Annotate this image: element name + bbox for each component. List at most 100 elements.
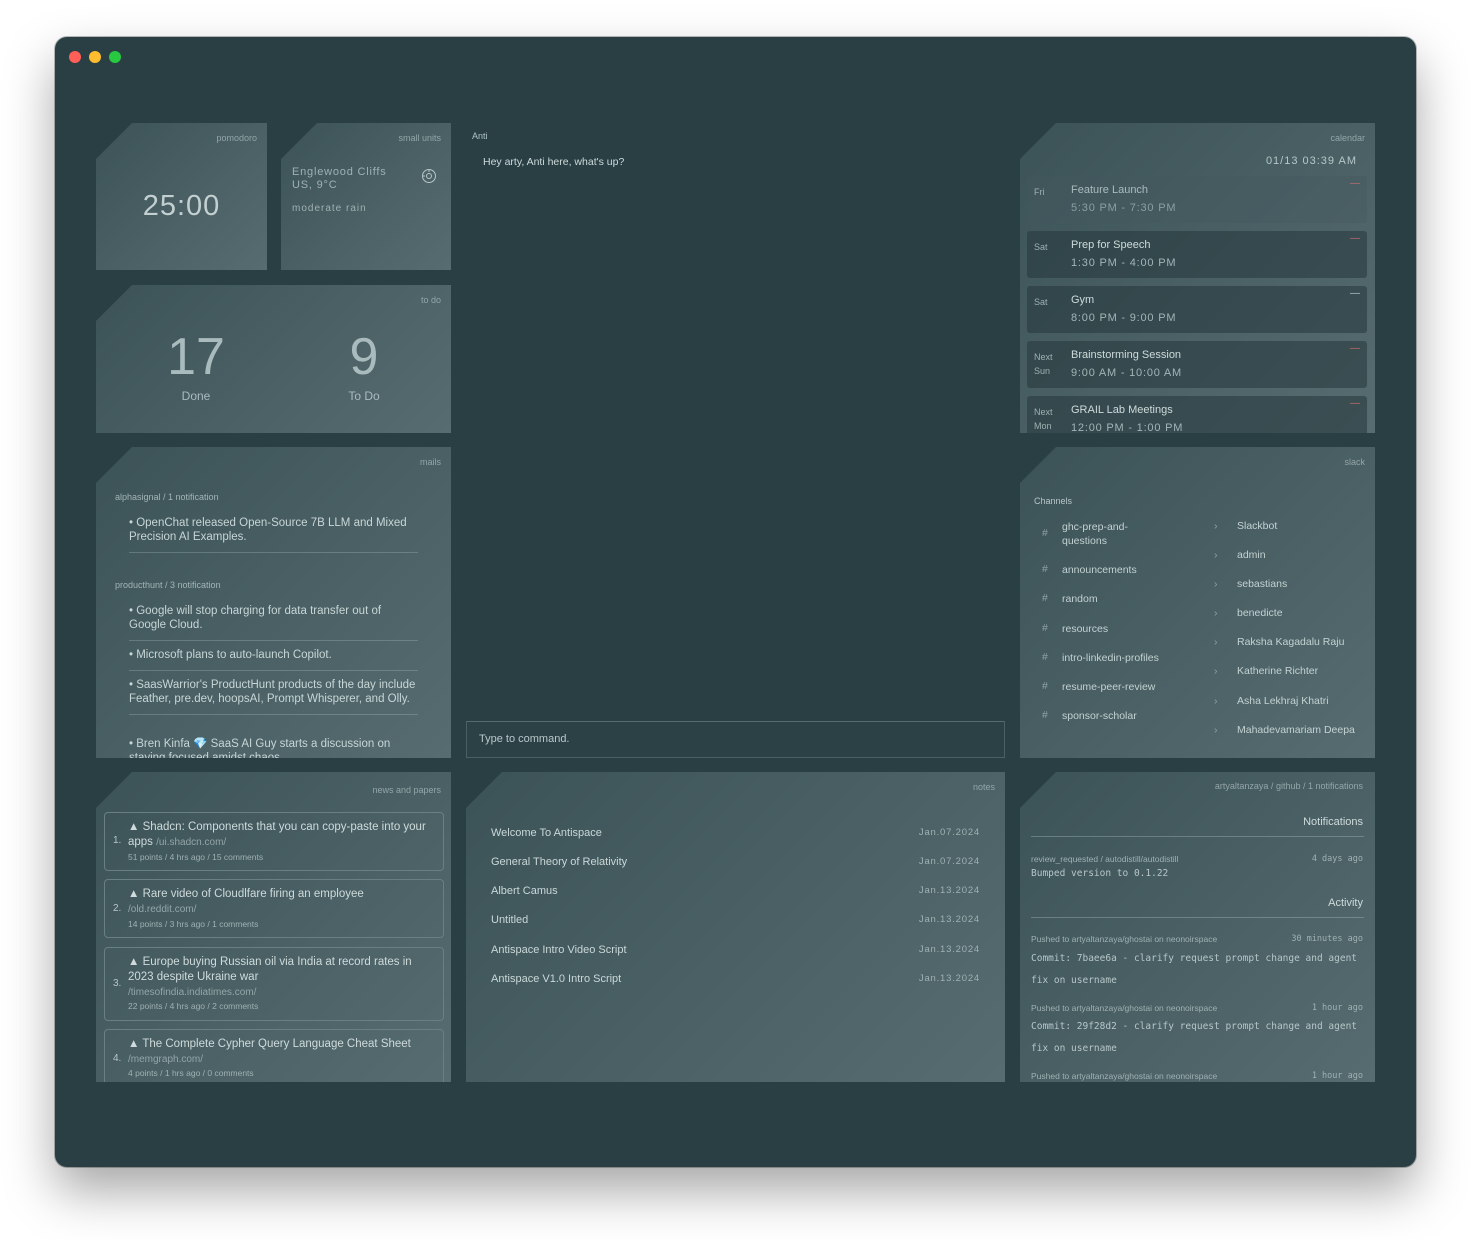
news-index: 2.: [113, 903, 122, 914]
mail-item[interactable]: • Bren Kinfa 💎 SaaS AI Guy starts a disc…: [129, 737, 418, 758]
news-url[interactable]: /old.reddit.com/: [128, 904, 196, 915]
slack-dm[interactable]: › Mahadevamariam Deepa: [1214, 724, 1355, 736]
hash-icon: #: [1042, 563, 1048, 575]
event-time: 12:00 PM - 1:00 PM: [1071, 422, 1184, 433]
panel-title: notes: [972, 782, 995, 792]
event-indicator: —: [1350, 288, 1360, 299]
event-indicator: —: [1350, 178, 1360, 189]
hash-icon: #: [1042, 680, 1048, 692]
slack-channel[interactable]: # random: [1042, 592, 1152, 606]
hash-icon: #: [1042, 622, 1048, 634]
mail-item[interactable]: • OpenChat released Open-Source 7B LLM a…: [129, 516, 418, 553]
news-url[interactable]: /ui.shadcn.com/: [156, 837, 226, 848]
mail-item[interactable]: • SaasWarrior's ProductHunt products of …: [129, 678, 418, 715]
slack-dm[interactable]: › Raksha Kagadalu Raju: [1214, 636, 1344, 648]
event-indicator: —: [1350, 233, 1360, 244]
slack-dm[interactable]: › admin: [1214, 549, 1266, 561]
slack-dm[interactable]: › benedicte: [1214, 607, 1283, 619]
weather-widget: small units Englewood Cliffs US, 9°C mod…: [281, 123, 451, 270]
divider: [1031, 836, 1364, 837]
panel-title: slack: [1344, 457, 1365, 467]
news-item[interactable]: 2. ▲ Rare video of Cloudlfare firing an …: [104, 879, 444, 938]
note-item[interactable]: Albert Camus Jan.13.2024: [491, 885, 980, 897]
maximize-window-button[interactable]: [109, 51, 121, 63]
note-item[interactable]: Untitled Jan.13.2024: [491, 914, 980, 926]
calendar-event[interactable]: Next Mon GRAIL Lab Meetings 12:00 PM - 1…: [1027, 396, 1367, 433]
event-day: Next Mon: [1034, 407, 1053, 431]
news-widget: news and papers 1. ▲ Shadcn: Components …: [96, 772, 451, 1082]
note-item[interactable]: Antispace Intro Video Script Jan.13.2024: [491, 944, 980, 956]
github-widget: artyaltanzaya / github / 1 notifications…: [1020, 772, 1375, 1082]
pomodoro-widget[interactable]: pomodoro 25:00: [96, 123, 267, 270]
todo-count: 9: [349, 328, 379, 386]
mail-source: alphasignal / 1 notification: [115, 492, 219, 502]
news-title[interactable]: ▲ Shadcn: Components that you can copy-p…: [128, 820, 433, 850]
news-index: 4.: [113, 1053, 122, 1064]
calendar-event[interactable]: Sat Gym 8:00 PM - 9:00 PM —: [1027, 286, 1367, 333]
assistant-name: Anti: [472, 131, 488, 141]
activity-item[interactable]: Pushed to artyaltanzaya/ghostai on neono…: [1031, 934, 1363, 944]
command-input[interactable]: Type to command.: [466, 721, 1005, 758]
chat-panel: Anti Hey arty, Anti here, what's up? Typ…: [466, 123, 1005, 758]
activity-text: Commit: 7baee6a - clarify request prompt…: [1031, 953, 1358, 986]
news-item[interactable]: 1. ▲ Shadcn: Components that you can cop…: [104, 812, 444, 871]
chevron-right-icon: ›: [1214, 578, 1218, 590]
chevron-right-icon: ›: [1214, 665, 1218, 677]
news-title[interactable]: ▲ Rare video of Cloudlfare firing an emp…: [128, 887, 433, 917]
news-url[interactable]: /memgraph.com/: [128, 1054, 203, 1065]
activity-item[interactable]: Pushed to artyaltanzaya/ghostai on neono…: [1031, 1003, 1363, 1013]
event-day: Next Sun: [1034, 352, 1053, 376]
calendar-event[interactable]: Sat Prep for Speech 1:30 PM - 4:00 PM —: [1027, 231, 1367, 278]
chevron-right-icon: ›: [1214, 520, 1218, 532]
event-day: Sat: [1034, 242, 1048, 252]
slack-dm[interactable]: › Slackbot: [1214, 520, 1277, 532]
event-indicator: —: [1350, 343, 1360, 354]
news-meta: 22 points / 4 hrs ago / 2 comments: [128, 1001, 259, 1011]
panel-title: small units: [398, 133, 441, 143]
mail-item[interactable]: • Microsoft plans to auto-launch Copilot…: [129, 648, 418, 671]
todo-widget[interactable]: to do 17 Done 9 To Do: [96, 285, 451, 433]
divider: [1031, 917, 1364, 918]
hash-icon: #: [1042, 709, 1048, 721]
event-time: 9:00 AM - 10:00 AM: [1071, 367, 1183, 379]
news-title[interactable]: ▲ The Complete Cypher Query Language Che…: [128, 1037, 433, 1067]
slack-channel[interactable]: # announcements: [1042, 563, 1152, 577]
news-item[interactable]: 3. ▲ Europe buying Russian oil via India…: [104, 947, 444, 1021]
panel-title: artyaltanzaya / github / 1 notifications: [1214, 781, 1363, 791]
calendar-event[interactable]: Fri Feature Launch 5:30 PM - 7:30 PM —: [1027, 176, 1367, 223]
app-window: pomodoro 25:00 small units Englewood Cli…: [55, 37, 1416, 1167]
news-url[interactable]: /timesofindia.indiatimes.com/: [128, 987, 256, 998]
event-day: Fri: [1034, 187, 1045, 197]
mail-item[interactable]: • Google will stop charging for data tra…: [129, 604, 418, 641]
pomodoro-timer[interactable]: 25:00: [96, 190, 267, 223]
mails-widget: mails alphasignal / 1 notification • Ope…: [96, 447, 451, 758]
mail-source: producthunt / 3 notification: [115, 580, 221, 590]
slack-dm[interactable]: › sebastians: [1214, 578, 1287, 590]
done-label: Done: [181, 389, 211, 403]
note-item[interactable]: Antispace V1.0 Intro Script Jan.13.2024: [491, 973, 980, 985]
slack-channel[interactable]: # ghc-prep-and-questions: [1042, 520, 1152, 548]
event-name: GRAIL Lab Meetings: [1071, 404, 1173, 416]
event-time: 1:30 PM - 4:00 PM: [1071, 257, 1177, 269]
slack-dm[interactable]: › Katherine Richter: [1214, 665, 1318, 677]
slack-channel[interactable]: # sponsor-scholar: [1042, 709, 1202, 723]
panel-title: news and papers: [372, 785, 441, 795]
minimize-window-button[interactable]: [89, 51, 101, 63]
calendar-datetime: 01/13 03:39 AM: [1265, 155, 1357, 167]
slack-channel[interactable]: # resources: [1042, 622, 1152, 636]
window-controls: [69, 51, 121, 63]
news-item[interactable]: 4. ▲ The Complete Cypher Query Language …: [104, 1029, 444, 1082]
slack-channel[interactable]: # intro-linkedin-profiles: [1042, 651, 1202, 665]
news-title[interactable]: ▲ Europe buying Russian oil via India at…: [128, 955, 433, 1000]
chevron-right-icon: ›: [1214, 549, 1218, 561]
slack-dm[interactable]: › Asha Lekhraj Khatri: [1214, 695, 1329, 707]
event-time: 8:00 PM - 9:00 PM: [1071, 312, 1177, 324]
event-name: Prep for Speech: [1071, 239, 1151, 251]
note-item[interactable]: Welcome To Antispace Jan.07.2024: [491, 827, 980, 839]
note-item[interactable]: General Theory of Relativity Jan.07.2024: [491, 856, 980, 868]
activity-item[interactable]: Pushed to artyaltanzaya/ghostai on neono…: [1031, 1071, 1363, 1081]
panel-title: pomodoro: [216, 133, 257, 143]
close-window-button[interactable]: [69, 51, 81, 63]
slack-channel[interactable]: # resume-peer-review: [1042, 680, 1202, 694]
calendar-event[interactable]: Next Sun Brainstorming Session 9:00 AM -…: [1027, 341, 1367, 388]
